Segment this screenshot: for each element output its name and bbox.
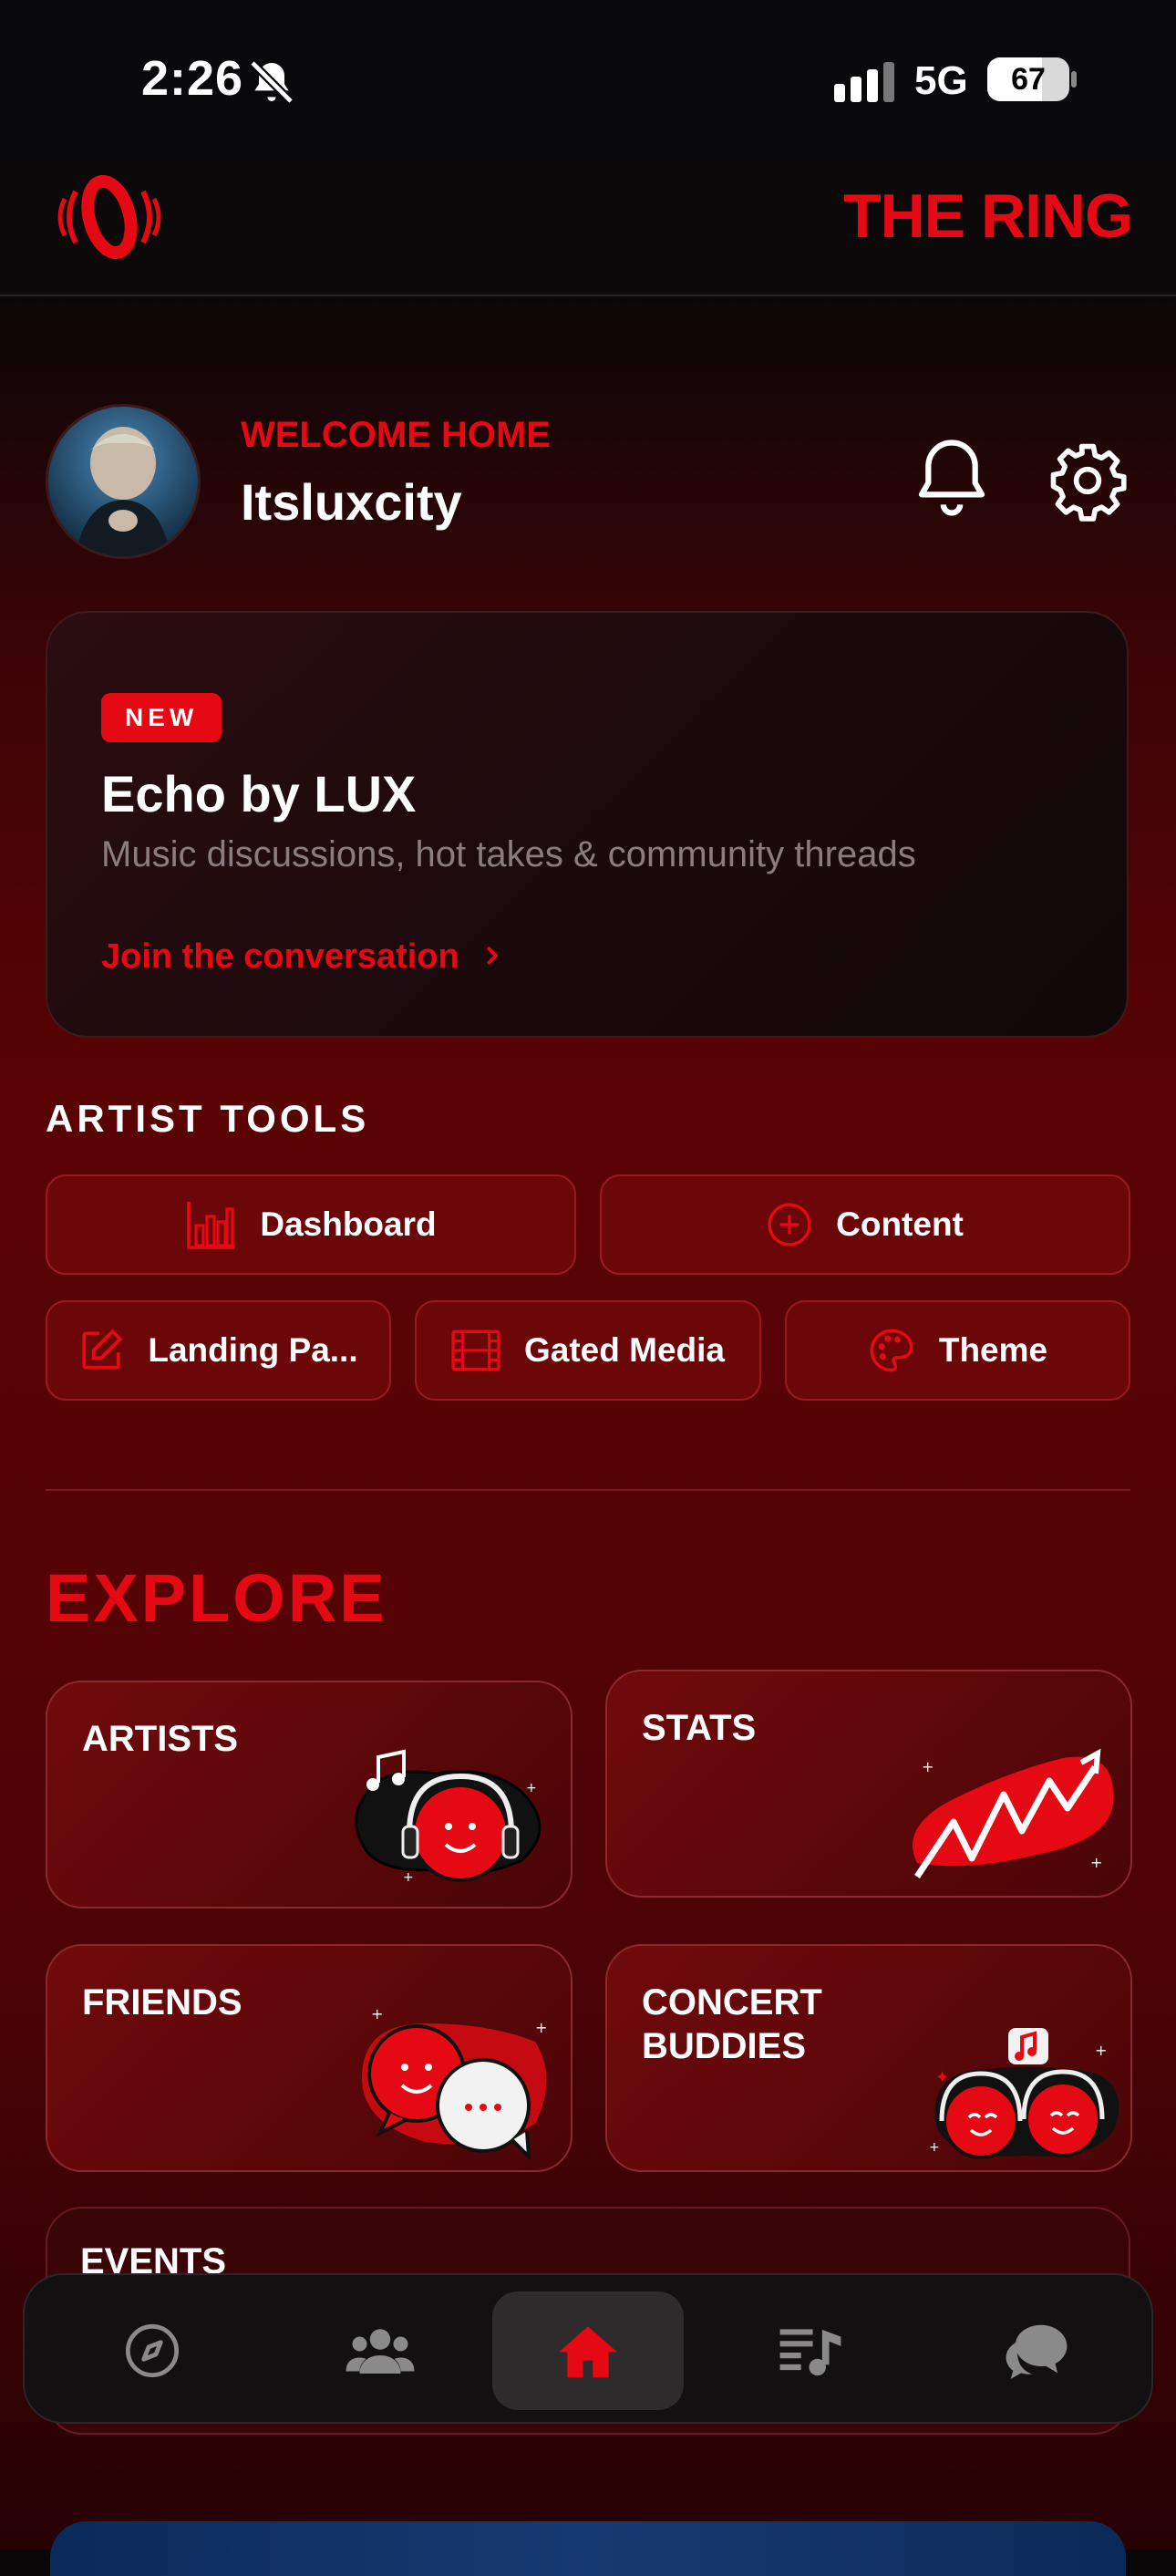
- friends-card[interactable]: FRIENDS + +: [46, 1944, 573, 2172]
- landing-page-label: Landing Pa...: [148, 1331, 358, 1369]
- film-icon: [451, 1329, 500, 1371]
- network-type: 5G: [914, 58, 968, 103]
- compass-icon: [125, 2323, 180, 2378]
- gated-media-label: Gated Media: [524, 1331, 725, 1369]
- concert-buddies-card[interactable]: CONCERT BUDDIES ✦ + +: [605, 1944, 1132, 2172]
- edit-icon: [82, 1329, 123, 1370]
- bell-icon[interactable]: [912, 436, 992, 520]
- artist-headphones-icon: + +: [355, 1749, 542, 1885]
- nav-explore[interactable]: [57, 2292, 248, 2410]
- nav-home[interactable]: [492, 2292, 684, 2410]
- svg-text:+: +: [1090, 1854, 1102, 1871]
- promo-subtitle: Music discussions, hot takes & community…: [101, 834, 916, 874]
- plus-circle-icon: [768, 1203, 811, 1247]
- playlist-icon: [779, 2329, 841, 2376]
- concert-buddies-card-label: CONCERT BUDDIES: [642, 1982, 822, 2066]
- explore-heading: EXPLORE: [46, 1560, 387, 1636]
- nav-chat[interactable]: [941, 2292, 1132, 2410]
- landing-page-button[interactable]: Landing Pa...: [46, 1300, 391, 1401]
- chevron-right-icon: [487, 946, 499, 966]
- svg-text:✦: ✦: [935, 2068, 949, 2087]
- battery-tip: [1071, 71, 1077, 88]
- home-icon: [559, 2326, 617, 2378]
- brand-title: THE RING: [843, 181, 1133, 251]
- community-icon: [346, 2329, 415, 2374]
- status-time: 2:26: [141, 51, 244, 106]
- bottom-nav: [23, 2273, 1153, 2424]
- ring-logo-icon[interactable]: [41, 171, 178, 263]
- nav-community[interactable]: [284, 2292, 476, 2410]
- join-conversation-link[interactable]: Join the conversation: [101, 937, 505, 977]
- mute-bell-icon: [249, 59, 294, 105]
- bar-chart-icon: [187, 1202, 235, 1249]
- dashboard-label: Dashboard: [260, 1205, 437, 1243]
- featured-banner[interactable]: [50, 2521, 1126, 2576]
- svg-text:+: +: [403, 1870, 414, 1885]
- svg-text:+: +: [526, 1781, 537, 1795]
- svg-text:+: +: [929, 2140, 940, 2155]
- concert-buddies-icon: ✦ + +: [929, 2028, 1119, 2159]
- username: Itsluxcity: [241, 473, 462, 531]
- chat-icon: [1006, 2324, 1068, 2379]
- avatar[interactable]: [46, 404, 201, 559]
- dashboard-button[interactable]: Dashboard: [46, 1174, 576, 1275]
- artists-card-label: ARTISTS: [82, 1719, 239, 1759]
- artist-tools-heading: ARTIST TOOLS: [46, 1097, 370, 1140]
- content-label: Content: [836, 1205, 964, 1243]
- signal-icon: [834, 62, 894, 102]
- join-conversation-label: Join the conversation: [101, 937, 459, 976]
- friends-card-label: FRIENDS: [82, 1982, 242, 2023]
- artists-card[interactable]: ARTISTS + +: [46, 1681, 573, 1909]
- stats-card[interactable]: STATS + +: [605, 1670, 1132, 1898]
- gated-media-button[interactable]: Gated Media: [415, 1300, 761, 1401]
- theme-button[interactable]: Theme: [785, 1300, 1130, 1401]
- chat-bubbles-icon: + +: [362, 2005, 547, 2160]
- nav-playlists[interactable]: [715, 2292, 906, 2410]
- trending-chart-icon: + +: [913, 1748, 1114, 1878]
- svg-text:+: +: [922, 1758, 934, 1775]
- section-divider: [46, 1489, 1130, 1491]
- palette-icon: [870, 1329, 913, 1372]
- promo-title: Echo by LUX: [101, 765, 417, 822]
- new-badge: NEW: [101, 693, 222, 742]
- svg-text:+: +: [535, 2019, 547, 2036]
- content-button[interactable]: Content: [600, 1174, 1130, 1275]
- welcome-label: WELCOME HOME: [241, 415, 551, 455]
- gear-icon[interactable]: [1047, 440, 1129, 522]
- battery-level: 67: [1011, 62, 1046, 97]
- battery-icon: 67: [987, 57, 1069, 101]
- theme-label: Theme: [938, 1331, 1048, 1369]
- stats-card-label: STATS: [642, 1708, 757, 1748]
- svg-text:+: +: [371, 2005, 383, 2023]
- svg-text:+: +: [1095, 2042, 1107, 2059]
